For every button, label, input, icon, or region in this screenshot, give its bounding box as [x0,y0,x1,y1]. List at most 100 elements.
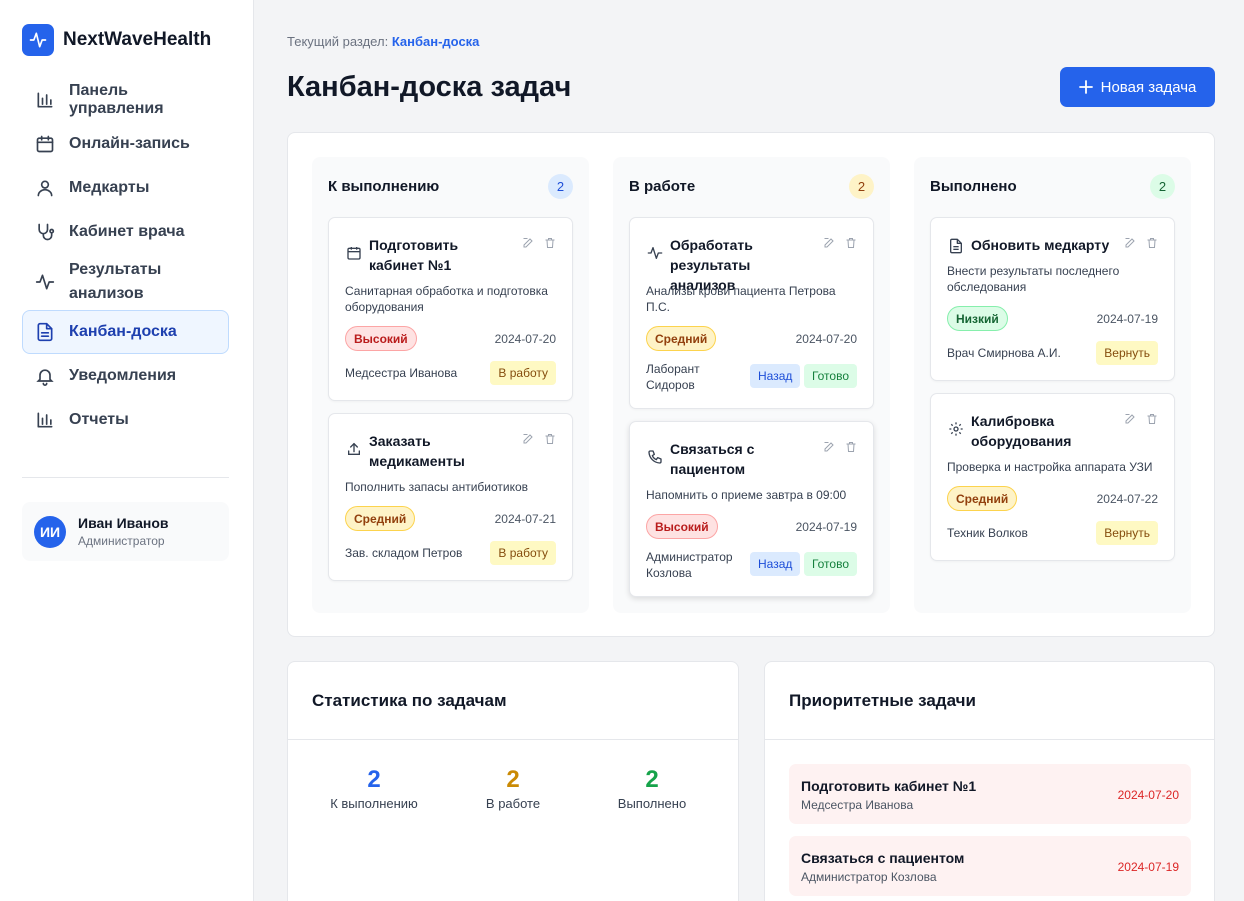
edit-icon[interactable] [1124,413,1136,425]
priority-badge: Высокий [345,326,417,351]
column-done: Выполнено 2 Обновить медкарту Внести рез… [914,157,1191,613]
sidebar-item-label: Канбан-доска [69,323,177,340]
column-count-badge: 2 [1150,174,1175,199]
panel-title: Приоритетные задачи [765,662,1214,740]
task-card[interactable]: Калибровка оборудования Проверка и настр… [930,393,1175,561]
return-button[interactable]: Вернуть [1096,521,1158,545]
gear-icon [949,422,963,436]
task-assignee: Врач Смирнова А.И. [947,346,1061,360]
sidebar-item-doctor[interactable]: Кабинет врача [22,210,229,254]
avatar: ИИ [34,515,66,548]
stat-label: К выполнению [330,796,418,811]
edit-icon[interactable] [522,237,534,249]
priority-task-assignee: Медсестра Иванова [801,798,914,812]
sidebar-item-records[interactable]: Медкарты [22,166,229,210]
column-count-badge: 2 [849,174,874,199]
task-date: 2024-07-19 [1096,312,1158,326]
priority-badge: Высокий [646,514,718,539]
edit-icon[interactable] [823,237,835,249]
breadcrumb-current[interactable]: Канбан-доска [392,34,480,49]
sidebar-item-label: Панель управления [69,82,164,117]
edit-icon[interactable] [522,433,534,445]
task-card[interactable]: Подготовить кабинет №1 Санитарная обрабо… [328,217,573,401]
sidebar-nav: Панель управления Онлайн-запись Медкарты… [22,78,229,442]
priority-badge: Средний [947,486,1018,511]
priority-badge: Низкий [947,306,1008,331]
activity-icon [647,247,663,259]
task-description: Проверка и настройка аппарата УЗИ [947,460,1153,474]
bell-icon [36,369,54,386]
task-date: 2024-07-21 [494,512,556,526]
edit-icon[interactable] [823,441,835,453]
sidebar-item-notifications[interactable]: Уведомления [22,354,229,398]
task-assignee: Зав. складом Петров [345,546,463,560]
activity-icon [35,274,55,290]
plus-icon [1078,80,1093,94]
sidebar-item-kanban[interactable]: Канбан-доска [22,310,229,354]
page-title: Канбан-доска задач [287,71,572,103]
brand-name: NextWaveHealth [63,29,212,50]
move-to-work-button[interactable]: В работу [490,361,556,385]
new-task-label: Новая задача [1100,78,1197,96]
trash-icon[interactable] [1146,413,1158,425]
move-back-button[interactable]: Назад [750,364,801,388]
column-title: В работе [629,178,696,195]
priority-tasks-panel: Приоритетные задачи Подготовить кабинет … [764,661,1215,901]
task-card[interactable]: Заказать медикаменты Пополнить запасы ан… [328,413,573,581]
mark-done-button[interactable]: Готово [803,552,857,576]
trash-icon[interactable] [845,441,857,453]
stat-label: В работе [485,796,541,811]
task-card[interactable]: Обновить медкарту Внести результаты посл… [930,217,1175,381]
move-back-button[interactable]: Назад [750,552,801,576]
sidebar-item-label: Отчеты [69,411,129,428]
trash-icon[interactable] [544,433,556,445]
sidebar-item-results[interactable]: Результаты анализов [22,254,229,310]
task-description: Напомнить о приеме завтра в 09:00 [646,488,847,502]
sidebar-item-dashboard[interactable]: Панель управления [22,78,229,122]
trash-icon[interactable] [1146,237,1158,249]
task-assignee: Техник Волков [947,526,1028,540]
sidebar-item-reports[interactable]: Отчеты [22,398,229,442]
user-icon [37,180,53,197]
kanban-board: К выполнению 2 Подготовить кабинет №1 Са… [287,132,1215,637]
user-name: Иван Иванов [78,515,169,531]
task-title: Заказать медикаменты [369,433,465,469]
sidebar-item-label: Уведомления [69,367,177,384]
task-assignee: Администратор Козлова [646,550,733,580]
task-card[interactable]: Обработать результаты анализов Анализы к… [629,217,874,409]
stat-done: 2 Выполнено [582,766,722,811]
calendar-icon [347,247,361,260]
sidebar-item-booking[interactable]: Онлайн-запись [22,122,229,166]
stethoscope-icon [38,223,55,241]
user-profile[interactable]: ИИ Иван Иванов Администратор [22,502,229,561]
move-to-work-button[interactable]: В работу [490,541,556,565]
return-button[interactable]: Вернуть [1096,341,1158,365]
priority-task-item[interactable]: Подготовить кабинет №1 Медсестра Иванова… [789,764,1191,824]
trash-icon[interactable] [544,237,556,249]
task-description: Анализы крови пациента Петрова П.С. [646,284,836,314]
stat-value: 2 [645,766,659,793]
priority-task-date: 2024-07-20 [1117,788,1179,802]
stat-label: Выполнено [617,796,687,811]
task-date: 2024-07-20 [494,332,556,346]
stat-todo: 2 К выполнению [304,766,444,811]
breadcrumb: Текущий раздел: Канбан-доска [287,34,479,49]
stat-value: 2 [367,766,381,793]
priority-badge: Средний [646,326,717,351]
brand[interactable]: NextWaveHealth [22,24,211,56]
mark-done-button[interactable]: Готово [803,364,857,388]
task-date: 2024-07-20 [795,332,857,346]
column-title: К выполнению [328,178,440,195]
user-role: Администратор [78,534,165,548]
stat-in-progress: 2 В работе [443,766,583,811]
edit-icon[interactable] [1124,237,1136,249]
panel-title: Статистика по задачам [288,662,738,740]
task-description: Санитарная обработка и подготовка оборуд… [345,284,548,314]
upload-icon [348,442,360,455]
trash-icon[interactable] [845,237,857,249]
task-stats-panel: Статистика по задачам 2 К выполнению 2 В… [287,661,739,901]
task-card[interactable]: Связаться с пациентом Напомнить о приеме… [629,421,874,597]
priority-task-item[interactable]: Связаться с пациентом Администратор Козл… [789,836,1191,896]
new-task-button[interactable]: Новая задача [1060,67,1215,107]
bar-chart-icon [37,412,53,428]
